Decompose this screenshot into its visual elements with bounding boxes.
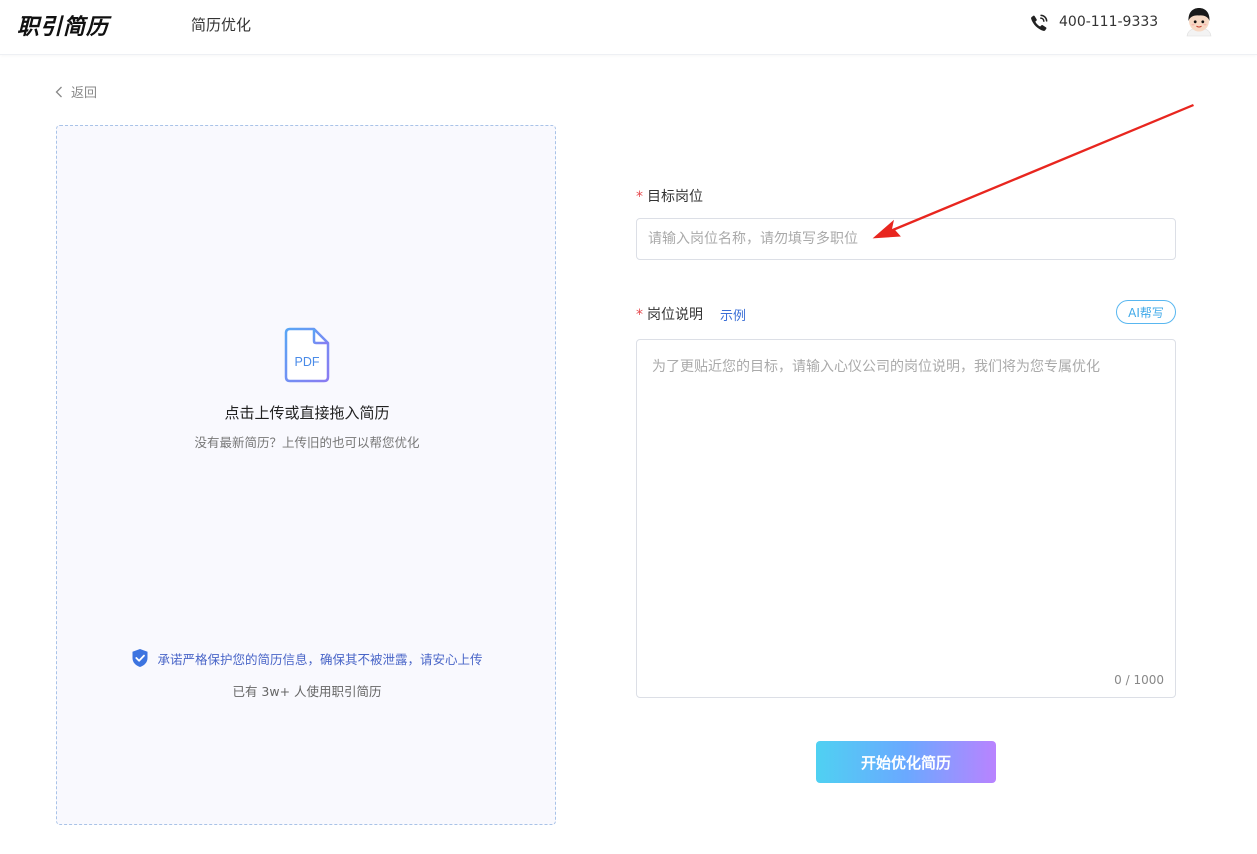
job-description-label: * 岗位说明 xyxy=(636,304,703,324)
shield-check-icon xyxy=(132,649,148,667)
job-title-label: * 目标岗位 xyxy=(636,186,703,206)
job-title-input[interactable] xyxy=(636,218,1176,260)
job-description-label-text: 岗位说明 xyxy=(647,307,703,323)
resume-upload-dropzone[interactable]: PDF 点击上传或直接拖入简历 没有最新简历？上传旧的也可以帮您优化 承诺严格保… xyxy=(56,125,556,825)
back-link[interactable]: 返回 xyxy=(55,82,97,101)
nav-resume-optimize[interactable]: 简历优化 xyxy=(191,14,251,35)
example-link[interactable]: 示例 xyxy=(720,305,746,324)
phone-number: 400-111-9333 xyxy=(1059,14,1159,30)
user-avatar[interactable] xyxy=(1184,6,1214,38)
upload-subtitle: 没有最新简历？上传旧的也可以帮您优化 xyxy=(194,435,420,450)
back-label: 返回 xyxy=(71,86,98,101)
required-mark: * xyxy=(636,189,643,205)
character-counter: 0 / 1000 xyxy=(1114,673,1164,687)
phone-call-icon xyxy=(1031,14,1048,31)
job-title-label-text: 目标岗位 xyxy=(647,189,703,205)
user-count-text: 已有 3w+ 人使用职引简历 xyxy=(232,684,382,699)
top-header: 职引简历 简历优化 400-111-9333 xyxy=(0,0,1257,55)
pdf-file-type-label: PDF xyxy=(295,355,320,369)
pdf-file-icon: PDF xyxy=(284,327,330,383)
privacy-text: 承诺严格保护您的简历信息，确保其不被泄露，请安心上传 xyxy=(157,651,483,667)
upload-title: 点击上传或直接拖入简历 xyxy=(224,404,390,422)
job-description-textarea[interactable] xyxy=(636,339,1176,698)
chevron-left-icon xyxy=(55,86,62,97)
ai-write-button[interactable]: AI帮写 xyxy=(1116,300,1176,324)
privacy-notice: 承诺严格保护您的简历信息，确保其不被泄露，请安心上传 xyxy=(57,648,557,668)
brand-logo[interactable]: 职引简历 xyxy=(17,9,109,41)
start-optimize-button[interactable]: 开始优化简历 xyxy=(816,741,996,783)
required-mark: * xyxy=(636,307,643,323)
